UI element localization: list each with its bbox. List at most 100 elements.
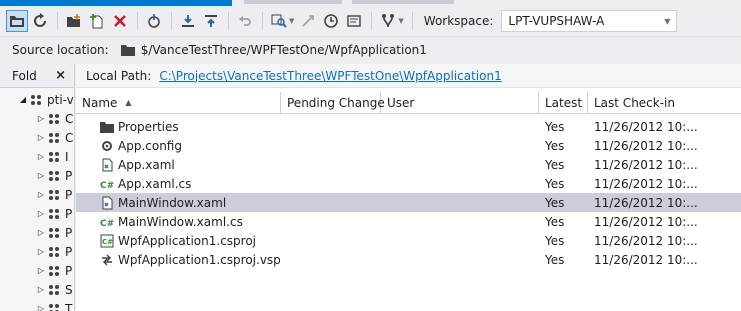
file-name: WpfApplication1.csproj.vsp... xyxy=(118,252,281,267)
collapsed-arrow-icon[interactable]: ▷ xyxy=(36,247,46,256)
tree-item[interactable]: ▷ P xyxy=(0,261,74,280)
tree-item-label: pti-v xyxy=(47,92,74,107)
collapsed-arrow-icon[interactable]: ▷ xyxy=(36,266,46,275)
expanded-arrow-icon[interactable]: ◢ xyxy=(18,95,28,104)
config-file-icon xyxy=(100,139,114,153)
new-folder-icon xyxy=(67,14,80,27)
tree-item[interactable]: ◢ pti-v xyxy=(0,90,74,109)
cell-name: App.config xyxy=(76,139,281,153)
tree-item[interactable]: ▷ T xyxy=(0,299,74,311)
check-in-button[interactable] xyxy=(200,10,222,32)
delete-icon xyxy=(114,15,126,27)
source-location-path[interactable]: $/VanceTestThree/WPFTestOne/WpfApplicati… xyxy=(141,43,427,57)
cell-latest: Yes xyxy=(545,195,565,210)
toolbar-separator xyxy=(411,12,413,30)
svg-text:C#: C# xyxy=(100,219,114,229)
add-items-button[interactable] xyxy=(86,10,108,32)
collapsed-arrow-icon[interactable]: ▷ xyxy=(36,304,46,311)
column-header-pending-change[interactable]: Pending Change xyxy=(281,92,385,113)
collapsed-arrow-icon[interactable]: ▷ xyxy=(36,133,46,142)
table-row[interactable]: C# WpfApplication1.csproj Yes 11/26/2012 10… xyxy=(76,231,741,250)
table-body: Properties Yes 11/26/2012 10:... App.config… xyxy=(76,114,741,269)
table-row[interactable]: C# MainWindow.xaml.cs Yes 11/26/2012 10:... xyxy=(76,212,741,231)
branch-compare-button[interactable] xyxy=(297,10,319,32)
table-row[interactable]: Properties Yes 11/26/2012 10:... xyxy=(76,117,741,136)
folders-toggle-button[interactable] xyxy=(6,10,28,32)
tree-item[interactable]: ▷ P xyxy=(0,204,74,223)
collapsed-arrow-icon[interactable]: ▷ xyxy=(36,209,46,218)
column-header-name[interactable]: Name ▲ xyxy=(76,92,281,113)
find-dropdown-icon[interactable]: ▼ xyxy=(289,17,294,25)
cell-name: MainWindow.xaml xyxy=(76,196,281,210)
tree-item[interactable]: ▷ C xyxy=(0,109,74,128)
cell-latest: Yes xyxy=(545,176,565,191)
workspace-select[interactable]: LPT-VUPSHAW-A ▼ xyxy=(501,10,678,32)
tree-item-label: S xyxy=(65,282,73,297)
folder-tree: ◢ pti-v ▷ C ▷ C ▷ I ▷ P ▷ P ▷ P ▷ P ▷ P ▷ P ▷ S ▷ T xyxy=(0,88,74,311)
tree-item[interactable]: ▷ P xyxy=(0,185,74,204)
table-row[interactable]: C# App.xaml.cs Yes 11/26/2012 10:... xyxy=(76,174,741,193)
tree-item[interactable]: ▷ P xyxy=(0,166,74,185)
team-project-icon xyxy=(48,227,61,239)
team-project-icon xyxy=(48,113,61,125)
tree-item[interactable]: ▷ C xyxy=(0,128,74,147)
table-row[interactable]: App.xaml Yes 11/26/2012 10:... xyxy=(76,155,741,174)
table-row[interactable]: MainWindow.xaml Yes 11/26/2012 10:... xyxy=(76,193,741,212)
folders-pane: Fold × ◢ pti-v ▷ C ▷ C ▷ I ▷ P ▷ P ▷ P ▷ P ▷ P ▷ P ▷ S ▷ T xyxy=(0,64,75,311)
tab-mainwindow-xaml-cs[interactable] xyxy=(352,0,454,4)
column-header-latest[interactable]: Latest xyxy=(539,92,588,113)
history-button[interactable] xyxy=(320,10,342,32)
column-header-user[interactable]: User xyxy=(381,92,539,113)
team-project-icon xyxy=(48,170,61,182)
column-header-latest-label: Latest xyxy=(545,95,583,110)
collapsed-arrow-icon[interactable]: ▷ xyxy=(36,285,46,294)
file-name: App.xaml.cs xyxy=(118,176,192,191)
tree-item[interactable]: ▷ P xyxy=(0,242,74,261)
tree-item-label: P xyxy=(65,244,73,259)
tree-item[interactable]: ▷ S xyxy=(0,280,74,299)
branching-dropdown-icon[interactable]: ▼ xyxy=(398,17,403,25)
toolbar: ▼ ▼ Workspace: LPT-VUPSHAW-A ▼ xyxy=(0,6,741,36)
collapsed-arrow-icon[interactable]: ▷ xyxy=(36,171,46,180)
compare-icon xyxy=(148,14,160,28)
file-name: MainWindow.xaml xyxy=(118,195,227,210)
new-folder-button[interactable] xyxy=(63,10,85,32)
team-project-icon xyxy=(48,208,61,220)
annotate-button[interactable] xyxy=(343,10,365,32)
tree-item[interactable]: ▷ I xyxy=(0,147,74,166)
collapsed-arrow-icon[interactable]: ▷ xyxy=(36,114,46,123)
collapsed-arrow-icon[interactable]: ▷ xyxy=(36,152,46,161)
cell-latest: Yes xyxy=(545,119,565,134)
collapsed-arrow-icon[interactable]: ▷ xyxy=(36,228,46,237)
cell-last-check-in: 11/26/2012 10:... xyxy=(594,252,698,267)
cell-name: C# App.xaml.cs xyxy=(76,177,281,191)
get-latest-button[interactable] xyxy=(177,10,199,32)
delete-button[interactable] xyxy=(109,10,131,32)
tab-mainwindow-xaml[interactable] xyxy=(244,0,342,4)
compare-button[interactable] xyxy=(143,10,165,32)
csharp-file-icon: C# xyxy=(100,177,114,191)
file-name: MainWindow.xaml.cs xyxy=(118,214,243,229)
tree-item-label: P xyxy=(65,206,73,221)
svg-text:C#: C# xyxy=(100,181,114,191)
folders-header: Fold × xyxy=(0,64,74,88)
undo-button[interactable] xyxy=(234,10,256,32)
tree-item-label: C xyxy=(65,130,74,145)
cell-last-check-in: 11/26/2012 10:... xyxy=(594,157,698,172)
column-header-last-check-in[interactable]: Last Check-in xyxy=(588,92,741,113)
local-path-link[interactable]: C:\Projects\VanceTestThree\WPFTestOne\Wp… xyxy=(159,69,501,83)
refresh-button[interactable] xyxy=(29,10,51,32)
find-button[interactable] xyxy=(268,10,290,32)
table-row[interactable]: App.config Yes 11/26/2012 10:... xyxy=(76,136,741,155)
branching-button[interactable] xyxy=(377,10,399,32)
check-in-icon xyxy=(205,15,217,27)
tree-item[interactable]: ▷ P xyxy=(0,223,74,242)
close-icon[interactable]: × xyxy=(55,68,66,83)
cell-name: App.xaml xyxy=(76,158,281,172)
find-icon xyxy=(271,14,287,28)
cell-last-check-in: 11/26/2012 10:... xyxy=(594,214,698,229)
cell-name: WpfApplication1.csproj.vsp... xyxy=(76,253,281,267)
branch-compare-icon xyxy=(302,15,315,27)
table-row[interactable]: WpfApplication1.csproj.vsp... Yes 11/26/20… xyxy=(76,250,741,269)
collapsed-arrow-icon[interactable]: ▷ xyxy=(36,190,46,199)
